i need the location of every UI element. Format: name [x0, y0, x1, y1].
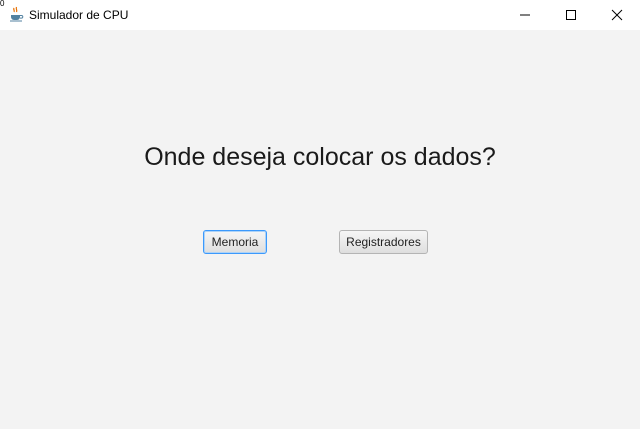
- window-title: Simulador de CPU: [29, 8, 129, 22]
- corner-mark: 0: [0, 0, 5, 8]
- minimize-button[interactable]: [502, 0, 548, 30]
- title-bar[interactable]: 0 Simulador de CPU: [0, 0, 640, 30]
- maximize-icon: [566, 10, 576, 20]
- question-heading: Onde deseja colocar os dados?: [144, 143, 496, 171]
- close-button[interactable]: [594, 0, 640, 30]
- app-window: 0 Simulador de CPU Onde deseja colocar o…: [0, 0, 640, 429]
- minimize-icon: [520, 14, 530, 16]
- memoria-button[interactable]: Memoria: [203, 230, 267, 254]
- java-coffee-cup-icon: [8, 6, 24, 22]
- maximize-button[interactable]: [548, 0, 594, 30]
- registradores-button[interactable]: Registradores: [339, 230, 428, 254]
- close-icon: [611, 9, 623, 21]
